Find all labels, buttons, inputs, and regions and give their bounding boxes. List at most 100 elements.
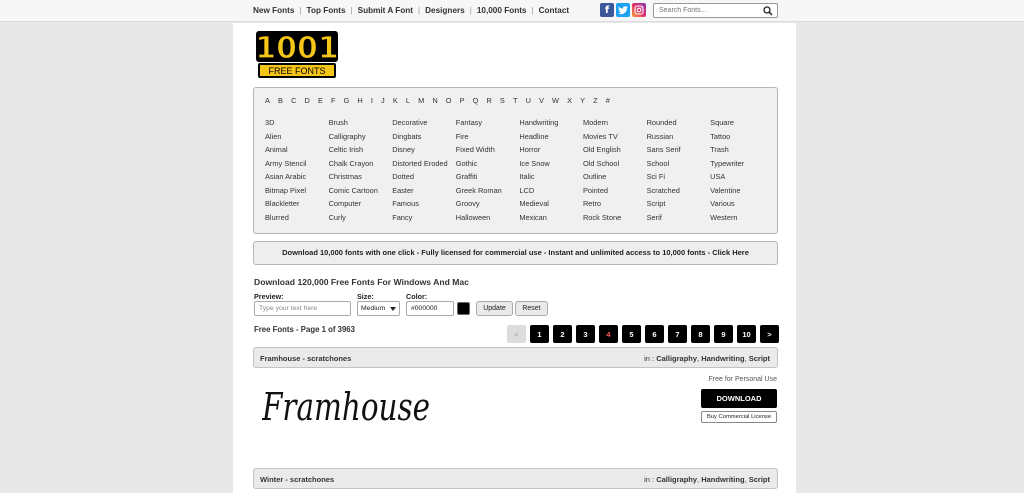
pager-page[interactable]: 1 (530, 325, 549, 343)
update-button[interactable]: Update (476, 301, 513, 316)
alphabet-link[interactable]: V (539, 96, 544, 105)
font-preview-image[interactable]: Framhouse (261, 372, 462, 442)
category-link[interactable]: Old School (583, 159, 647, 173)
alphabet-link[interactable]: U (526, 96, 531, 105)
category-link[interactable]: Headline (519, 132, 583, 146)
nav-new-fonts[interactable]: New Fonts (253, 6, 294, 15)
category-link[interactable]: Medieval (519, 199, 583, 213)
nav-top-fonts[interactable]: Top Fonts (307, 6, 346, 15)
pager-page[interactable]: 9 (714, 325, 733, 343)
category-link[interactable]: USA (710, 172, 774, 186)
category-link[interactable]: Various (710, 199, 774, 213)
category-link[interactable]: Asian Arabic (265, 172, 329, 186)
nav-designers[interactable]: Designers (425, 6, 465, 15)
alphabet-link[interactable]: Q (473, 96, 479, 105)
alphabet-link[interactable]: K (393, 96, 398, 105)
category-link[interactable]: Blurred (265, 213, 329, 227)
alphabet-link[interactable]: # (606, 96, 610, 105)
color-swatch[interactable] (457, 302, 470, 315)
download-button[interactable]: DOWNLOAD (701, 389, 777, 408)
alphabet-link[interactable]: O (446, 96, 452, 105)
category-link[interactable]: Bitmap Pixel (265, 186, 329, 200)
category-link[interactable]: Gothic (456, 159, 520, 173)
alphabet-link[interactable]: Y (580, 96, 585, 105)
category-link[interactable]: Script (749, 354, 770, 363)
category-link[interactable]: Greek Roman (456, 186, 520, 200)
preview-text-input[interactable]: Type your text here (254, 301, 351, 316)
pager-next[interactable]: > (760, 325, 779, 343)
category-link[interactable]: Fantasy (456, 118, 520, 132)
category-link[interactable]: Modern (583, 118, 647, 132)
site-logo[interactable]: 1001 FREE FONTS (253, 30, 341, 79)
alphabet-link[interactable]: G (344, 96, 350, 105)
category-link[interactable]: Famous (392, 199, 456, 213)
pager-page[interactable]: 3 (576, 325, 595, 343)
category-link[interactable]: Curly (329, 213, 393, 227)
search-input[interactable] (654, 4, 754, 17)
nav-10000-fonts[interactable]: 10,000 Fonts (477, 6, 527, 15)
category-link[interactable]: Serif (647, 213, 711, 227)
category-link[interactable]: Western (710, 213, 774, 227)
category-link[interactable]: Alien (265, 132, 329, 146)
font-header-framhouse[interactable]: Framhouse - scratchones in : Calligraphy… (253, 347, 778, 368)
category-link[interactable]: Typewriter (710, 159, 774, 173)
category-link[interactable]: Groovy (456, 199, 520, 213)
category-link[interactable]: Pointed (583, 186, 647, 200)
category-link[interactable]: Outline (583, 172, 647, 186)
pager-prev[interactable]: < (507, 325, 526, 343)
category-link[interactable]: Celtic Irish (329, 145, 393, 159)
pager-page[interactable]: 2 (553, 325, 572, 343)
category-link[interactable]: Mexican (519, 213, 583, 227)
alphabet-link[interactable]: E (318, 96, 323, 105)
category-link[interactable]: Brush (329, 118, 393, 132)
category-link[interactable]: Disney (392, 145, 456, 159)
category-link[interactable]: Graffiti (456, 172, 520, 186)
facebook-icon[interactable]: f (600, 3, 614, 17)
color-input[interactable]: #000000 (406, 301, 454, 316)
alphabet-link[interactable]: J (381, 96, 385, 105)
alphabet-link[interactable]: A (265, 96, 270, 105)
pager-page[interactable]: 5 (622, 325, 641, 343)
category-link[interactable]: Comic Cartoon (329, 186, 393, 200)
pager-page[interactable]: 7 (668, 325, 687, 343)
category-link[interactable]: Trash (710, 145, 774, 159)
alphabet-link[interactable]: S (500, 96, 505, 105)
size-select[interactable]: Medium (357, 301, 400, 316)
category-link[interactable]: Horror (519, 145, 583, 159)
category-link[interactable]: Old English (583, 145, 647, 159)
alphabet-link[interactable]: T (513, 96, 518, 105)
category-link[interactable]: Fancy (392, 213, 456, 227)
category-link[interactable]: Easter (392, 186, 456, 200)
category-link[interactable]: Chalk Crayon (329, 159, 393, 173)
category-link[interactable]: Russian (647, 132, 711, 146)
category-link[interactable]: Handwriting (701, 354, 744, 363)
alphabet-link[interactable]: L (406, 96, 410, 105)
category-link[interactable]: Square (710, 118, 774, 132)
font-title[interactable]: Winter - scratchones (260, 475, 334, 484)
category-link[interactable]: Retro (583, 199, 647, 213)
category-link[interactable]: Calligraphy (329, 132, 393, 146)
alphabet-link[interactable]: B (278, 96, 283, 105)
category-link[interactable]: Calligraphy (656, 354, 697, 363)
category-link[interactable]: Scratched (647, 186, 711, 200)
twitter-icon[interactable] (616, 3, 630, 17)
category-link[interactable]: Christmas (329, 172, 393, 186)
category-link[interactable]: Decorative (392, 118, 456, 132)
category-link[interactable]: Tattoo (710, 132, 774, 146)
category-link[interactable]: Distorted Eroded (392, 159, 456, 173)
category-link[interactable]: Handwriting (519, 118, 583, 132)
promo-banner[interactable]: Download 10,000 fonts with one click - F… (253, 241, 778, 265)
category-link[interactable]: Computer (329, 199, 393, 213)
search-icon[interactable] (763, 6, 773, 16)
pager-page[interactable]: 4 (599, 325, 618, 343)
alphabet-link[interactable]: P (460, 96, 465, 105)
category-link[interactable]: Script (749, 475, 770, 484)
reset-button[interactable]: Reset (515, 301, 548, 316)
category-link[interactable]: Rock Stone (583, 213, 647, 227)
category-link[interactable]: Sans Serif (647, 145, 711, 159)
category-link[interactable]: Italic (519, 172, 583, 186)
category-link[interactable]: 3D (265, 118, 329, 132)
alphabet-link[interactable]: N (432, 96, 437, 105)
category-link[interactable]: Fixed Width (456, 145, 520, 159)
alphabet-link[interactable]: M (418, 96, 424, 105)
